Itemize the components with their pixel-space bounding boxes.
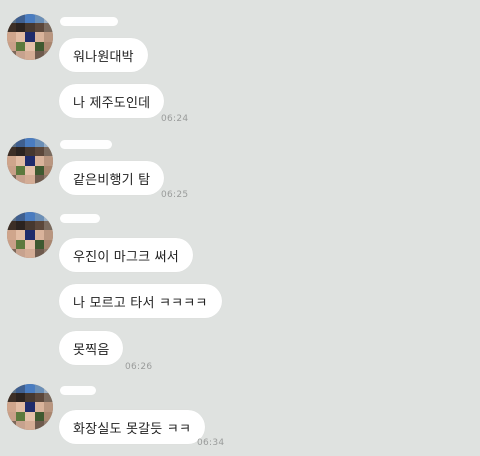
message-bubble[interactable]: 우진이 마그크 써서: [59, 238, 193, 272]
sender-avatar[interactable]: [7, 212, 53, 258]
sender-avatar[interactable]: [7, 384, 53, 430]
sender-name-redacted: [60, 140, 112, 149]
message-timestamp: 06:25: [161, 190, 189, 200]
message-bubble[interactable]: 같은비행기 탐: [59, 161, 165, 195]
chat-log: 워나원대박 나 제주도인데 06:24 같은비행기 탐 06:25 우진이 마그…: [0, 0, 480, 456]
sender-name-redacted: [60, 17, 118, 26]
message-bubble[interactable]: 화장실도 못갈듯 ㅋㅋ: [59, 410, 206, 444]
message-timestamp: 06:26: [125, 362, 153, 372]
message-bubble[interactable]: 나 제주도인데: [59, 84, 165, 118]
message-bubble[interactable]: 워나원대박: [59, 38, 148, 72]
message-text: 화장실도 못갈듯 ㅋㅋ: [73, 421, 192, 437]
message-text: 나 제주도인데: [73, 95, 151, 111]
sender-name-redacted: [60, 214, 100, 223]
message-text: 못찍음: [73, 342, 110, 358]
message-bubble[interactable]: 나 모르고 타서 ㅋㅋㅋㅋ: [59, 284, 222, 318]
message-timestamp: 06:34: [197, 438, 225, 448]
sender-avatar[interactable]: [7, 138, 53, 184]
message-text: 우진이 마그크 써서: [73, 249, 179, 265]
message-bubble[interactable]: 못찍음: [59, 331, 124, 365]
message-text: 같은비행기 탐: [73, 172, 151, 188]
message-timestamp: 06:24: [161, 114, 189, 124]
sender-name-redacted: [60, 386, 96, 395]
sender-avatar[interactable]: [7, 14, 53, 60]
message-text: 워나원대박: [73, 49, 134, 65]
message-text: 나 모르고 타서 ㅋㅋㅋㅋ: [73, 295, 208, 311]
